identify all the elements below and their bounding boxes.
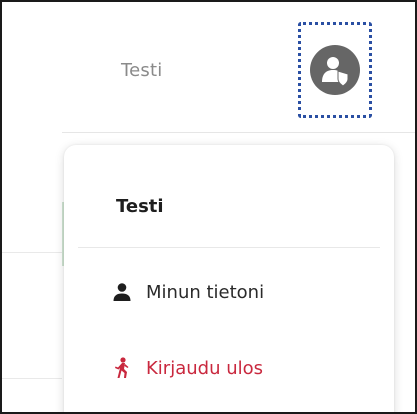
dropdown-divider: [78, 247, 380, 248]
background-divider: [2, 252, 62, 253]
dropdown-username: Testi: [116, 196, 164, 217]
menu-item-my-profile[interactable]: Minun tietoni: [112, 281, 264, 303]
menu-item-label: Minun tietoni: [146, 281, 265, 303]
user-avatar-icon: [322, 57, 349, 87]
background-divider: [2, 378, 62, 379]
user-menu-button[interactable]: [298, 22, 372, 118]
background-panel: [2, 132, 62, 412]
top-bar: Testi: [2, 2, 415, 133]
person-icon: [112, 281, 132, 303]
app-frame: Testi Testi Minun tietoni Kirjaudu ulos: [0, 0, 417, 414]
walking-person-icon: [112, 357, 132, 379]
menu-item-label: Kirjaudu ulos: [146, 357, 263, 379]
menu-item-logout[interactable]: Kirjaudu ulos: [112, 357, 263, 379]
header-username: Testi: [121, 60, 163, 81]
avatar: [310, 45, 360, 95]
user-dropdown-menu: Testi Minun tietoni Kirjaudu ulos: [64, 145, 394, 412]
